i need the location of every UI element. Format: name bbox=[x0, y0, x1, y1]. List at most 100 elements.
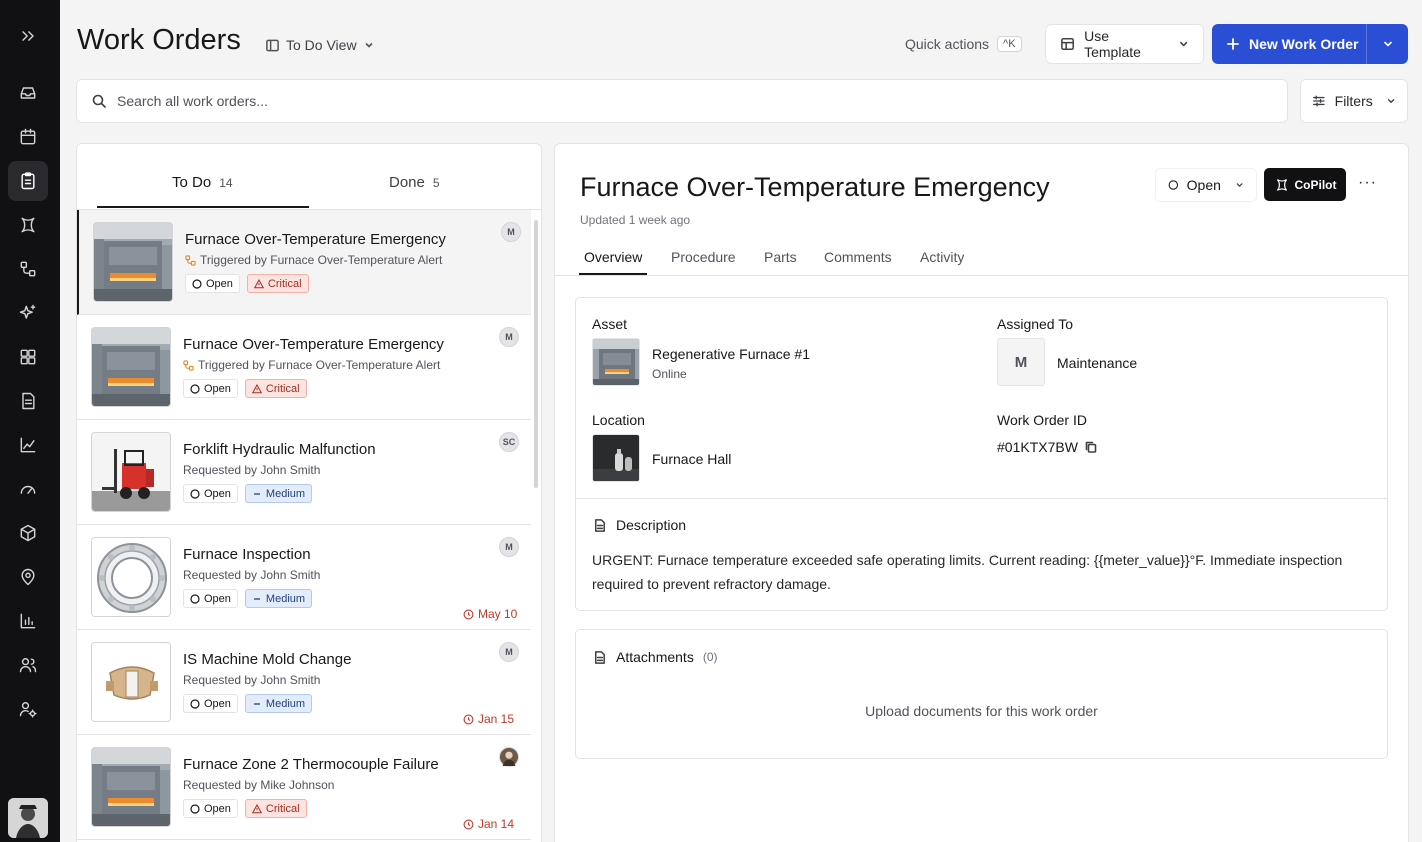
tab-label: Done bbox=[389, 174, 425, 191]
work-order-title: Furnace Zone 2 Thermocouple Failure bbox=[183, 756, 439, 773]
work-order-list-item[interactable]: Furnace Inspection Requested by John Smi… bbox=[77, 525, 531, 630]
sliders-icon bbox=[1313, 95, 1325, 107]
view-selector-label: To Do View bbox=[286, 37, 357, 53]
circle-status-icon bbox=[190, 383, 200, 394]
work-order-title: Furnace Inspection bbox=[183, 546, 311, 563]
users-icon[interactable] bbox=[16, 653, 40, 677]
description-header: Description bbox=[592, 517, 686, 533]
badges: Open Medium bbox=[183, 484, 313, 503]
trigger-icon bbox=[183, 359, 194, 371]
assignee-avatar: M bbox=[501, 222, 521, 242]
tab-done[interactable]: Done 5 bbox=[389, 174, 440, 191]
work-order-list-item[interactable]: Furnace Over-Temperature Emergency Trigg… bbox=[77, 210, 531, 315]
chevron-down-icon bbox=[1383, 41, 1392, 47]
due-date: May 10 bbox=[463, 607, 517, 621]
work-order-list-item[interactable]: IS Machine Mold Change Requested by John… bbox=[77, 630, 531, 735]
assignee-name[interactable]: Maintenance bbox=[1057, 355, 1137, 371]
work-order-subtitle: Requested by Mike Johnson bbox=[183, 778, 335, 792]
tab-procedure[interactable]: Procedure bbox=[671, 249, 736, 265]
attachments-card: Attachments (0) Upload documents for thi… bbox=[575, 629, 1388, 759]
expand-sidebar-icon[interactable] bbox=[16, 24, 40, 48]
assignee-photo bbox=[499, 747, 519, 767]
clipboard-icon[interactable] bbox=[16, 169, 40, 193]
location-name[interactable]: Furnace Hall bbox=[652, 451, 731, 467]
status-badge: Open bbox=[183, 484, 238, 503]
bar-chart-icon[interactable] bbox=[16, 609, 40, 633]
tab-overview[interactable]: Overview bbox=[584, 249, 642, 265]
minus-icon bbox=[253, 597, 260, 600]
status-badge: Open bbox=[183, 379, 238, 398]
work-order-list-item[interactable]: Forklift Hydraulic Malfunction Requested… bbox=[77, 420, 531, 525]
new-work-order-dropdown[interactable] bbox=[1367, 38, 1408, 50]
tab-activity[interactable]: Activity bbox=[920, 249, 964, 265]
inbox-icon[interactable] bbox=[16, 81, 40, 105]
user-avatar[interactable] bbox=[8, 798, 48, 838]
search-icon bbox=[92, 94, 106, 108]
badges: Open Critical bbox=[185, 274, 309, 293]
status-badge: Open bbox=[183, 589, 238, 608]
quick-actions[interactable]: Quick actions ^K bbox=[905, 36, 1022, 52]
workflow-icon[interactable] bbox=[16, 257, 40, 281]
dashboard-icon[interactable] bbox=[16, 345, 40, 369]
gauge-icon[interactable] bbox=[16, 477, 40, 501]
quick-actions-label: Quick actions bbox=[905, 36, 990, 52]
badges: Open Medium bbox=[183, 589, 313, 608]
area-chart-icon[interactable] bbox=[16, 433, 40, 457]
chevron-down-icon bbox=[1179, 41, 1187, 47]
use-template-button[interactable]: Use Template bbox=[1045, 24, 1204, 64]
circle-status-icon bbox=[190, 803, 200, 814]
description-text: URGENT: Furnace temperature exceeded saf… bbox=[592, 552, 1343, 592]
scrollbar-thumb[interactable] bbox=[534, 220, 538, 488]
sparkle-icon[interactable] bbox=[16, 301, 40, 325]
priority-badge: Medium bbox=[244, 589, 313, 608]
priority-badge: Medium bbox=[244, 484, 313, 503]
document-icon[interactable] bbox=[16, 389, 40, 413]
new-work-order-button[interactable]: New Work Order bbox=[1212, 24, 1408, 64]
document-icon bbox=[595, 650, 605, 664]
view-selector[interactable]: To Do View bbox=[265, 37, 375, 53]
status-badge: Open bbox=[185, 274, 240, 293]
new-work-order-main[interactable]: New Work Order bbox=[1212, 24, 1367, 64]
clock-icon bbox=[463, 819, 474, 829]
tab-parts[interactable]: Parts bbox=[764, 249, 797, 265]
asset-name[interactable]: Regenerative Furnace #1 bbox=[652, 346, 810, 362]
search-bar[interactable] bbox=[76, 79, 1288, 123]
list-scrollbar[interactable] bbox=[532, 210, 540, 842]
active-tab-indicator bbox=[97, 206, 309, 208]
status-dropdown[interactable]: Open bbox=[1155, 168, 1257, 202]
trigger-icon bbox=[185, 254, 196, 266]
description-label: Description bbox=[616, 517, 687, 533]
copy-icon[interactable] bbox=[1084, 440, 1098, 454]
work-order-title: Furnace Over-Temperature Emergency bbox=[185, 231, 446, 248]
search-input[interactable] bbox=[117, 93, 1273, 109]
new-work-order-label: New Work Order bbox=[1249, 36, 1359, 52]
work-order-title: Furnace Over-Temperature Emergency bbox=[183, 336, 444, 353]
warning-icon bbox=[253, 278, 264, 288]
status-badge: Open bbox=[183, 694, 238, 713]
tab-todo[interactable]: To Do 14 bbox=[172, 174, 233, 191]
tab-count: 5 bbox=[432, 176, 440, 190]
location-thumbnail[interactable] bbox=[592, 434, 640, 482]
location-pin-icon[interactable] bbox=[16, 565, 40, 589]
work-order-detail: Furnace Over-Temperature Emergency Updat… bbox=[554, 143, 1409, 842]
copilot-button[interactable]: CoPilot bbox=[1264, 168, 1346, 201]
list-tabs: To Do 14 Done 5 bbox=[77, 144, 541, 210]
badges: Open Medium bbox=[183, 694, 313, 713]
chevron-down-icon bbox=[1236, 183, 1243, 187]
filters-button[interactable]: Filters bbox=[1300, 79, 1408, 123]
work-order-thumbnail bbox=[93, 222, 173, 302]
copilot-icon[interactable] bbox=[16, 213, 40, 237]
badges: Open Critical bbox=[183, 799, 307, 818]
more-options-icon[interactable]: ··· bbox=[1358, 174, 1377, 192]
calendar-icon[interactable] bbox=[16, 125, 40, 149]
tab-comments[interactable]: Comments bbox=[824, 249, 892, 265]
work-order-list-item[interactable]: Furnace Over-Temperature Emergency Trigg… bbox=[77, 315, 531, 420]
priority-badge: Medium bbox=[244, 694, 313, 713]
upload-documents-link[interactable]: Upload documents for this work order bbox=[576, 703, 1387, 719]
asset-thumbnail[interactable] bbox=[592, 338, 640, 386]
location-label: Location bbox=[592, 412, 645, 428]
attachments-header: Attachments (0) bbox=[592, 649, 718, 665]
work-order-list-item[interactable]: Furnace Zone 2 Thermocouple Failure Requ… bbox=[77, 735, 531, 840]
package-icon[interactable] bbox=[16, 521, 40, 545]
user-settings-icon[interactable] bbox=[16, 697, 40, 721]
